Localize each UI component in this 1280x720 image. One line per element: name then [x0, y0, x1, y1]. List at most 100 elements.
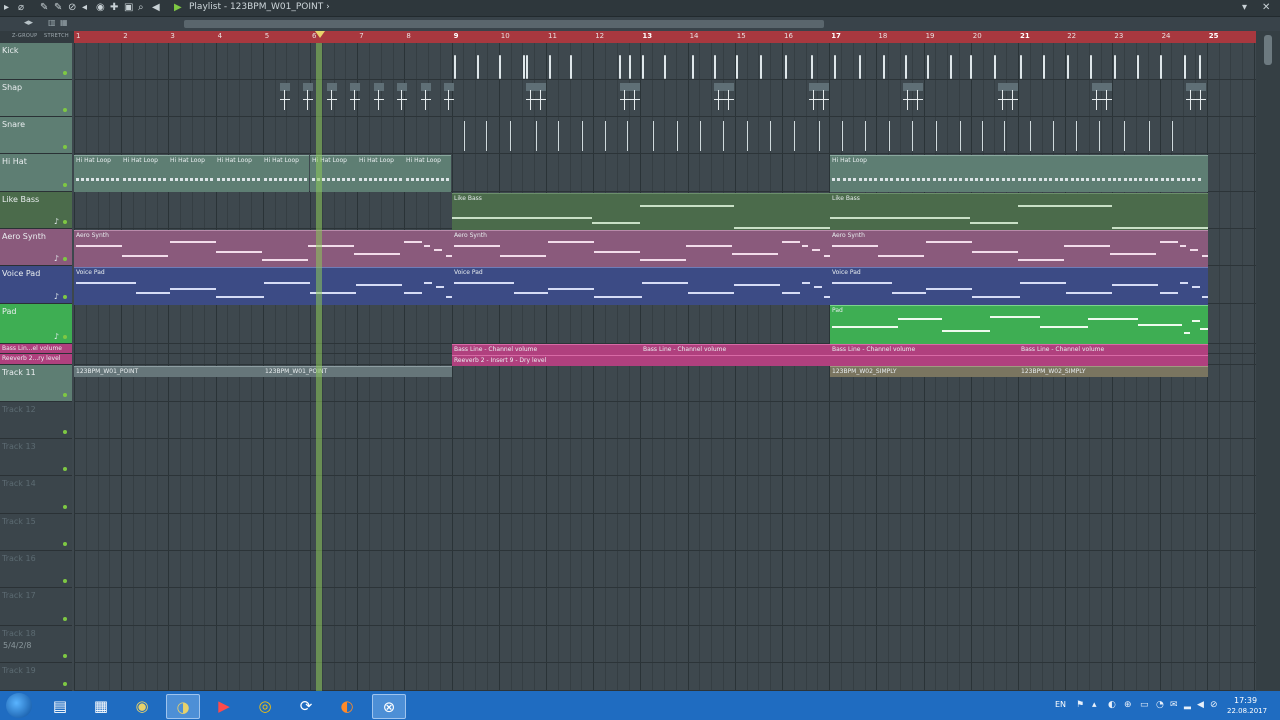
playlist-clip[interactable]: Hi Hat Loop — [168, 155, 215, 192]
vertical-scrollbar[interactable] — [1256, 31, 1280, 691]
clock-date[interactable]: 22.08.2017 — [1227, 707, 1267, 715]
delete-icon[interactable]: ⊘ — [68, 2, 76, 14]
playlist-clip[interactable]: 123BPM_W02_SIMPLY — [1019, 366, 1208, 377]
tray-screen-icon[interactable]: ▭ — [1140, 700, 1149, 710]
bar-number[interactable]: 20 — [973, 32, 982, 40]
track-header[interactable]: Track 17 — [0, 588, 72, 626]
playlist-grid[interactable]: Hi Hat Loop Hi Hat Loop Hi Hat Loop Hi Hat … — [74, 43, 1256, 691]
track-header[interactable]: Track 15 — [0, 514, 72, 551]
playlist-clip[interactable]: Hi Hat Loop — [830, 155, 1208, 192]
track-name[interactable]: Track 11 — [2, 368, 36, 377]
track-name[interactable]: Like Bass — [2, 195, 39, 204]
slip-icon[interactable]: ◉ — [96, 2, 105, 14]
track-mute-led[interactable] — [63, 295, 67, 299]
playlist-clip[interactable]: Voice Pad — [74, 267, 452, 305]
playlist-clip[interactable]: Bass Line - Channel volume — [641, 344, 830, 355]
track-mute-led[interactable] — [63, 257, 67, 261]
track-name[interactable]: Voice Pad — [2, 269, 40, 278]
select-icon[interactable]: ▣ — [124, 2, 133, 14]
track-name[interactable]: Kick — [2, 46, 19, 55]
track-name[interactable]: Track 15 — [2, 517, 36, 526]
track-header[interactable]: Reeverb 2...ry level — [0, 354, 72, 365]
tray-mail-icon[interactable]: ✉ — [1170, 700, 1178, 710]
playlist-clip[interactable]: Aero Synth — [74, 230, 452, 267]
chrome-icon[interactable]: ◎ — [249, 694, 281, 717]
track-header[interactable]: Voice Pad ♪ — [0, 266, 72, 304]
explorer-icon[interactable]: ▤ — [44, 694, 76, 717]
track-header[interactable]: Hi Hat — [0, 154, 72, 192]
track-header[interactable]: Like Bass ♪ — [0, 192, 72, 229]
track-header[interactable]: Track 11 — [0, 365, 72, 402]
bar-number[interactable]: 8 — [406, 32, 410, 40]
bar-number[interactable]: 10 — [501, 32, 510, 40]
bar-number[interactable]: 4 — [218, 32, 222, 40]
bar-number[interactable]: 11 — [548, 32, 557, 40]
playlist-clip[interactable]: Reeverb 2 - Insert 9 - Dry level — [452, 355, 1208, 366]
grid-icon[interactable]: ▦ — [60, 18, 68, 27]
bar-number[interactable]: 6 — [312, 32, 316, 40]
track-name[interactable]: Track 18 — [2, 629, 36, 638]
playlist-clip[interactable]: Hi Hat Loop — [74, 155, 121, 192]
track-header[interactable]: Track 14 — [0, 476, 72, 514]
playlist-clip[interactable]: Bass Line - Channel volume — [1019, 344, 1208, 355]
track-header[interactable]: Shap — [0, 80, 72, 117]
brush-icon[interactable]: ✎ — [54, 2, 62, 14]
track-name[interactable]: Snare — [2, 120, 25, 129]
playlist-clip[interactable]: Hi Hat Loop — [262, 155, 309, 192]
track-name[interactable]: Track 19 — [2, 666, 36, 675]
playlist-clip[interactable]: Aero Synth — [452, 230, 830, 267]
track-name[interactable]: Aero Synth — [2, 232, 46, 241]
tool-app-icon[interactable]: ⟳ — [290, 694, 322, 717]
playhead-marker-icon[interactable] — [315, 31, 325, 38]
track-mute-led[interactable] — [63, 145, 67, 149]
play-arrow-icon[interactable]: ▶ — [174, 2, 182, 14]
bar-number[interactable]: 13 — [642, 32, 652, 40]
playlist-clip[interactable]: Bass Line - Channel volume — [452, 344, 641, 355]
track-mute-led[interactable] — [63, 220, 67, 224]
playlist-clip[interactable]: Hi Hat Loop — [215, 155, 262, 192]
playhead-line[interactable] — [316, 43, 322, 691]
track-header[interactable]: Track 19 — [0, 663, 72, 691]
bar-number[interactable]: 24 — [1162, 32, 1171, 40]
bar-number[interactable]: 14 — [690, 32, 699, 40]
playlist-clip[interactable]: Aero Synth — [830, 230, 1208, 267]
track-mute-led[interactable] — [63, 335, 67, 339]
track-mute-led[interactable] — [63, 108, 67, 112]
clock-time[interactable]: 17:39 — [1234, 696, 1257, 705]
bar-number[interactable]: 12 — [595, 32, 604, 40]
track-mute-led[interactable] — [63, 71, 67, 75]
tray-signal-icon[interactable]: ▂ — [1184, 700, 1191, 710]
track-header[interactable]: Track 16 — [0, 551, 72, 588]
playback-icon[interactable]: ◀ — [152, 2, 160, 14]
track-header[interactable]: Track 13 — [0, 439, 72, 476]
track-name[interactable]: Reeverb 2...ry level — [2, 355, 60, 362]
playlist-clip[interactable]: Pad — [830, 305, 1208, 344]
track-header[interactable]: Track 12 — [0, 402, 72, 439]
track-header[interactable]: Snare — [0, 117, 72, 154]
track-mute-led[interactable] — [63, 430, 67, 434]
bar-number[interactable]: 3 — [170, 32, 174, 40]
bar-number[interactable]: 18 — [878, 32, 887, 40]
track-mute-led[interactable] — [63, 467, 67, 471]
bar-number[interactable]: 7 — [359, 32, 363, 40]
track-mute-led[interactable] — [63, 183, 67, 187]
playlist-clip[interactable]: Voice Pad — [452, 267, 830, 305]
mute-icon[interactable]: ◂ — [82, 2, 87, 14]
tray-volume-icon[interactable]: ◀ — [1197, 700, 1204, 710]
fl-studio-icon[interactable]: ◉ — [126, 694, 158, 717]
pencil-icon[interactable]: ✎ — [40, 2, 48, 14]
track-header[interactable]: Bass Lin...el volume — [0, 344, 72, 354]
playlist-clip[interactable]: 123BPM_W02_SIMPLY — [830, 366, 1019, 377]
stretch-label[interactable]: STRETCH — [44, 33, 69, 39]
track-header[interactable]: Pad ♪ — [0, 304, 72, 344]
playlist-clip[interactable]: Voice Pad — [830, 267, 1208, 305]
track-mute-led[interactable] — [63, 617, 67, 621]
obs-icon[interactable]: ⊗ — [372, 694, 406, 719]
scrollbar-thumb[interactable] — [1264, 35, 1272, 65]
bar-number[interactable]: 17 — [831, 32, 841, 40]
bar-number[interactable]: 22 — [1067, 32, 1076, 40]
playlist-clip[interactable]: Hi Hat Loop — [121, 155, 168, 192]
track-name[interactable]: Track 13 — [2, 442, 36, 451]
bar-number[interactable]: 9 — [454, 32, 459, 40]
playlist-clip[interactable]: Hi Hat Loop — [357, 155, 404, 192]
